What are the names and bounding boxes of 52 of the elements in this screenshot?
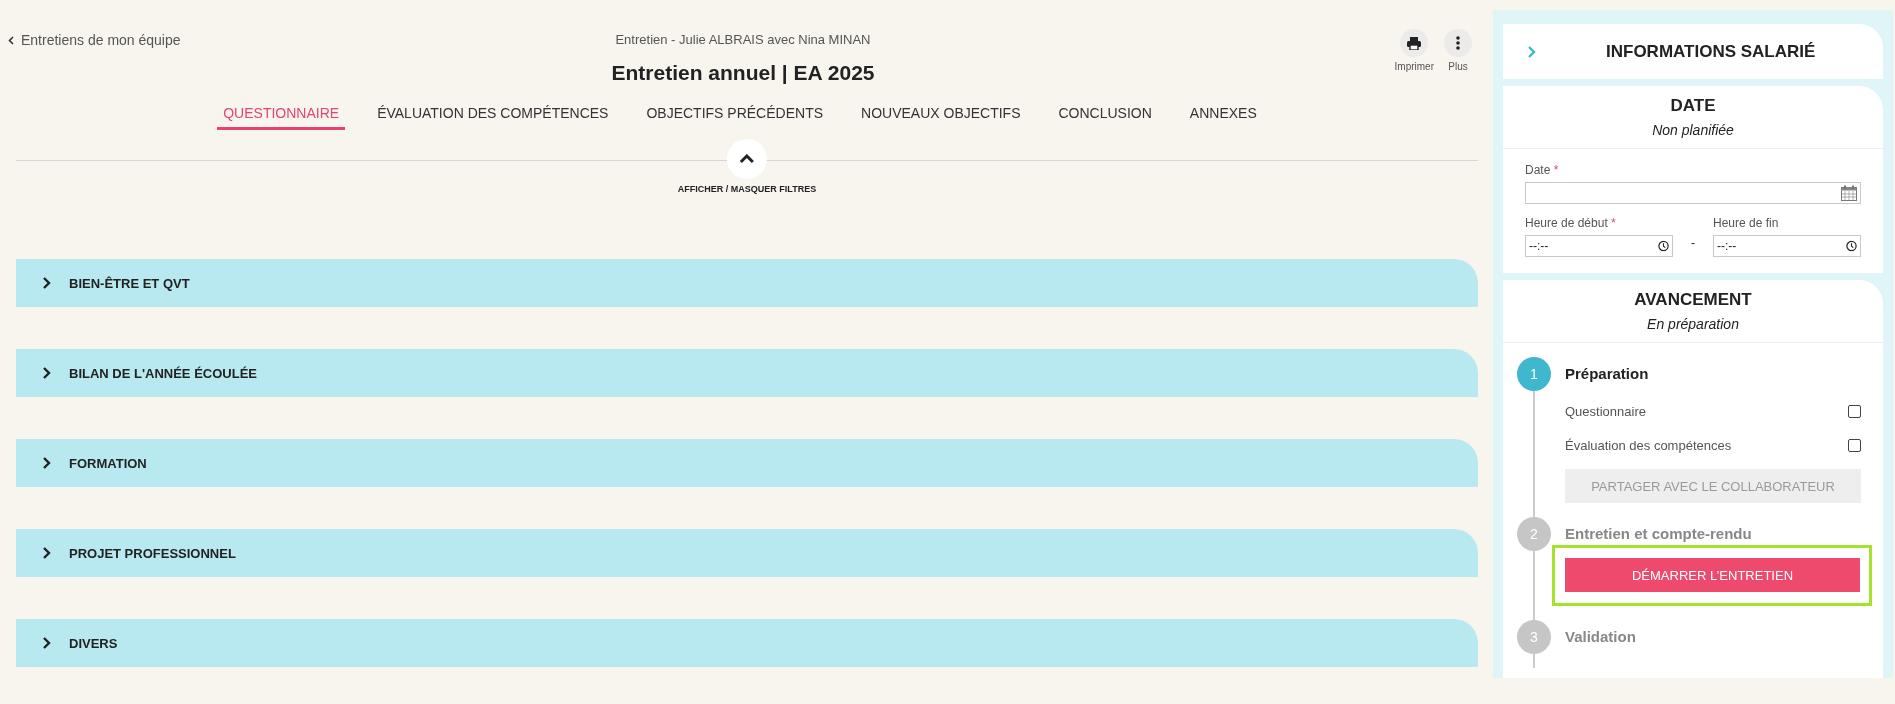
calendar-icon — [1841, 185, 1857, 201]
card-status: Non planifiée — [1652, 122, 1734, 138]
chevron-right-icon — [1527, 45, 1536, 58]
field-label: Date * — [1525, 163, 1559, 177]
step-number: 3 — [1517, 620, 1551, 654]
field-label: Heure de fin — [1713, 216, 1779, 230]
chevron-right-icon — [42, 547, 51, 559]
tab[interactable]: ANNEXES — [1183, 103, 1263, 130]
section-header[interactable]: PROJET PROFESSIONNEL — [16, 529, 1478, 577]
section-header[interactable]: FORMATION — [16, 439, 1478, 487]
end-time-field[interactable]: --:-- — [1713, 235, 1861, 257]
tab[interactable]: QUESTIONNAIRE — [217, 103, 346, 130]
clock-icon — [1846, 240, 1857, 252]
more-icon — [1456, 36, 1460, 50]
chevron-left-icon — [8, 35, 14, 45]
print-button[interactable]: Imprimer — [1394, 29, 1434, 85]
step-number: 2 — [1517, 517, 1551, 551]
tab[interactable]: OBJECTIFS PRÉCÉDENTS — [640, 103, 830, 130]
section-header[interactable]: BIEN-ÊTRE ET QVT — [16, 259, 1478, 307]
filter-toggle[interactable]: AFFICHER / MASQUER FILTRES — [677, 139, 817, 194]
start-interview-button[interactable]: DÉMARRER L’ENTRETIEN — [1565, 558, 1860, 592]
chevron-right-icon — [42, 457, 51, 469]
chevron-right-icon — [42, 367, 51, 379]
step-title: Préparation — [1565, 364, 1650, 384]
chevron-up-icon — [739, 154, 755, 164]
interview-subtitle: Entretien - Julie ALBRAIS avec Nina MINAN — [615, 32, 871, 47]
range-separator: - — [1690, 236, 1696, 252]
step-number: 1 — [1517, 357, 1551, 391]
start-time-field[interactable]: --:-- — [1525, 235, 1673, 257]
employee-info-header[interactable]: INFORMATIONS SALARIÉ — [1503, 24, 1883, 79]
tab[interactable]: NOUVEAUX OBJECTIFS — [855, 103, 1027, 130]
card-title: AVANCEMENT — [1634, 290, 1752, 310]
page-title: Entretien annuel | EA 2025 — [611, 61, 875, 85]
back-link[interactable]: Entretiens de mon équipe — [8, 32, 612, 48]
chevron-right-icon — [42, 637, 51, 649]
tab[interactable]: CONCLUSION — [1052, 103, 1158, 130]
checklist-label: Évaluation des compétences — [1565, 437, 1732, 453]
chevron-right-icon — [42, 277, 51, 289]
section-header[interactable]: BILAN DE L'ANNÉE ÉCOULÉE — [16, 349, 1478, 397]
printer-icon — [1407, 36, 1422, 50]
clock-icon — [1658, 240, 1669, 252]
card-status: En préparation — [1647, 316, 1739, 332]
checklist-label: Questionnaire — [1565, 403, 1646, 419]
checkbox[interactable] — [1848, 404, 1861, 418]
date-field[interactable] — [1525, 182, 1861, 204]
field-label: Heure de début * — [1525, 216, 1616, 230]
card-title: DATE — [1670, 96, 1716, 116]
step-title: Validation — [1565, 627, 1637, 647]
step-title: Entretien et compte-rendu — [1565, 524, 1753, 544]
checkbox[interactable] — [1848, 438, 1861, 452]
tab[interactable]: ÉVALUATION DES COMPÉTENCES — [371, 103, 615, 130]
section-header[interactable]: DIVERS — [16, 619, 1478, 667]
